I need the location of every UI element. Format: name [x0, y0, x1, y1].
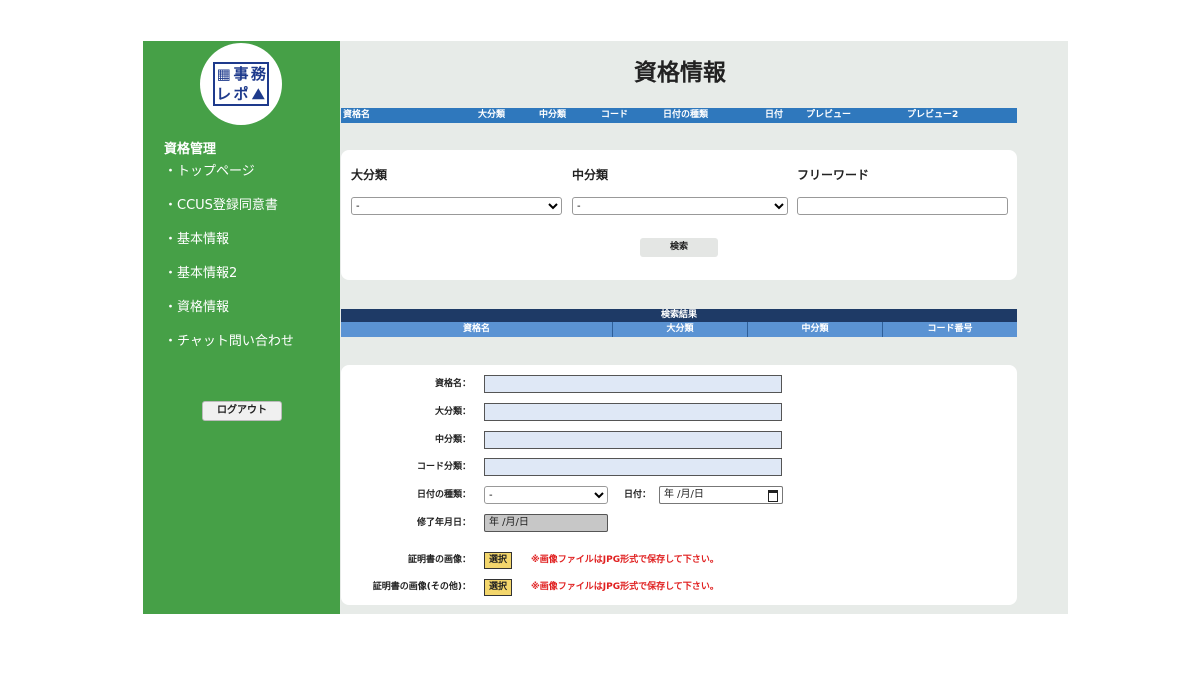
search-panel: 大分類 中分類 フリーワード - - 検索	[341, 150, 1017, 280]
date-field[interactable]: 年 /月/日	[659, 486, 783, 504]
major-category-select[interactable]: -	[351, 197, 562, 215]
column-header-preview[interactable]: プレビュー	[806, 108, 851, 123]
date-placeholder: 年 /月/日	[664, 489, 704, 500]
main-content: 資格情報 資格名 大分類 中分類 コード 日付の種類 日付 プレビュー プレビュ…	[340, 41, 1068, 614]
company-logo: ▦ 事 務 レ ポ ⛰	[200, 43, 282, 125]
completion-date-field[interactable]: 年 /月/日	[484, 514, 608, 532]
sidebar-item-ccus-consent[interactable]: ・CCUS登録同意書	[164, 196, 294, 230]
logo-char-5: ポ	[233, 85, 249, 103]
major-category-form-label: 大分類：	[434, 407, 471, 417]
search-results: 検索結果 資格名 大分類 中分類 コード番号	[341, 309, 1017, 337]
sidebar-item-chat-inquiry[interactable]: ・チャット問い合わせ	[164, 332, 294, 366]
sidebar-nav: ・トップページ ・CCUS登録同意書 ・基本情報 ・基本情報2 ・資格情報 ・チ…	[164, 162, 294, 366]
cert-image-warning: ※画像ファイルはJPG形式で保存して下さい。	[531, 555, 719, 565]
logo-char-4: レ	[216, 85, 232, 103]
results-header-major[interactable]: 大分類	[612, 322, 747, 337]
column-header-major[interactable]: 大分類	[478, 108, 505, 123]
qualification-name-label: 資格名：	[434, 379, 471, 389]
column-header-bar: 資格名 大分類 中分類 コード 日付の種類 日付 プレビュー プレビュー2	[341, 108, 1017, 123]
calendar-icon[interactable]	[768, 490, 778, 502]
results-column-headers: 資格名 大分類 中分類 コード番号	[341, 322, 1017, 337]
sidebar-item-qualification-info[interactable]: ・資格情報	[164, 298, 294, 332]
logo-char-3: 務	[250, 65, 266, 83]
date-type-label: 日付の種類：	[416, 490, 471, 500]
cert-image-select-button[interactable]: 選択	[484, 552, 512, 569]
sidebar-item-top-page[interactable]: ・トップページ	[164, 162, 294, 196]
logo-char-2: 事	[233, 65, 249, 83]
minor-category-select[interactable]: -	[572, 197, 788, 215]
code-category-label: コード分類：	[416, 462, 471, 472]
app-window: ▦ 事 務 レ ポ ⛰ 資格管理 ・トップページ ・CCUS登録同意書 ・基本情…	[143, 41, 1068, 614]
results-title: 検索結果	[341, 309, 1017, 322]
cert-image-other-warning: ※画像ファイルはJPG形式で保存して下さい。	[531, 582, 719, 592]
date-label: 日付：	[623, 490, 651, 500]
cert-image-label: 証明書の画像：	[407, 555, 471, 565]
page-title: 資格情報	[634, 60, 726, 86]
code-category-field[interactable]	[484, 458, 782, 476]
logout-button[interactable]: ログアウト	[202, 401, 282, 421]
completion-date-placeholder: 年 /月/日	[489, 517, 529, 528]
minor-category-label: 中分類	[572, 168, 609, 182]
logo-char-1: ▦	[216, 65, 231, 83]
cert-image-other-label: 証明書の画像(その他)：	[372, 582, 471, 592]
sidebar-item-basic-info[interactable]: ・基本情報	[164, 230, 294, 264]
freeword-input[interactable]	[797, 197, 1008, 215]
qualification-name-field[interactable]	[484, 375, 782, 393]
column-header-date-type[interactable]: 日付の種類	[663, 108, 708, 123]
minor-category-form-label: 中分類：	[434, 435, 471, 445]
sidebar: ▦ 事 務 レ ポ ⛰ 資格管理 ・トップページ ・CCUS登録同意書 ・基本情…	[143, 41, 340, 614]
column-header-minor[interactable]: 中分類	[539, 108, 566, 123]
completion-date-label: 修了年月日：	[416, 518, 471, 528]
results-header-name[interactable]: 資格名	[341, 322, 612, 337]
search-button[interactable]: 検索	[640, 238, 718, 257]
logo-char-6: ⛰	[252, 85, 265, 103]
column-header-code[interactable]: コード	[601, 108, 628, 123]
logo-mark: ▦ 事 務 レ ポ ⛰	[213, 62, 269, 106]
major-category-label: 大分類	[351, 168, 388, 182]
freeword-label: フリーワード	[797, 168, 870, 182]
results-header-code-number[interactable]: コード番号	[882, 322, 1017, 337]
sidebar-item-basic-info-2[interactable]: ・基本情報2	[164, 264, 294, 298]
major-category-field[interactable]	[484, 403, 782, 421]
cert-image-other-select-button[interactable]: 選択	[484, 579, 512, 596]
column-header-name[interactable]: 資格名	[343, 108, 370, 123]
sidebar-heading: 資格管理	[164, 142, 217, 157]
column-header-date[interactable]: 日付	[765, 108, 783, 123]
minor-category-field[interactable]	[484, 431, 782, 449]
column-header-preview-2[interactable]: プレビュー2	[907, 108, 958, 123]
qualification-form: 資格名： 大分類： 中分類： コード分類： 日付の種類： - 日付： 年 /月/…	[341, 365, 1017, 605]
results-header-minor[interactable]: 中分類	[747, 322, 882, 337]
